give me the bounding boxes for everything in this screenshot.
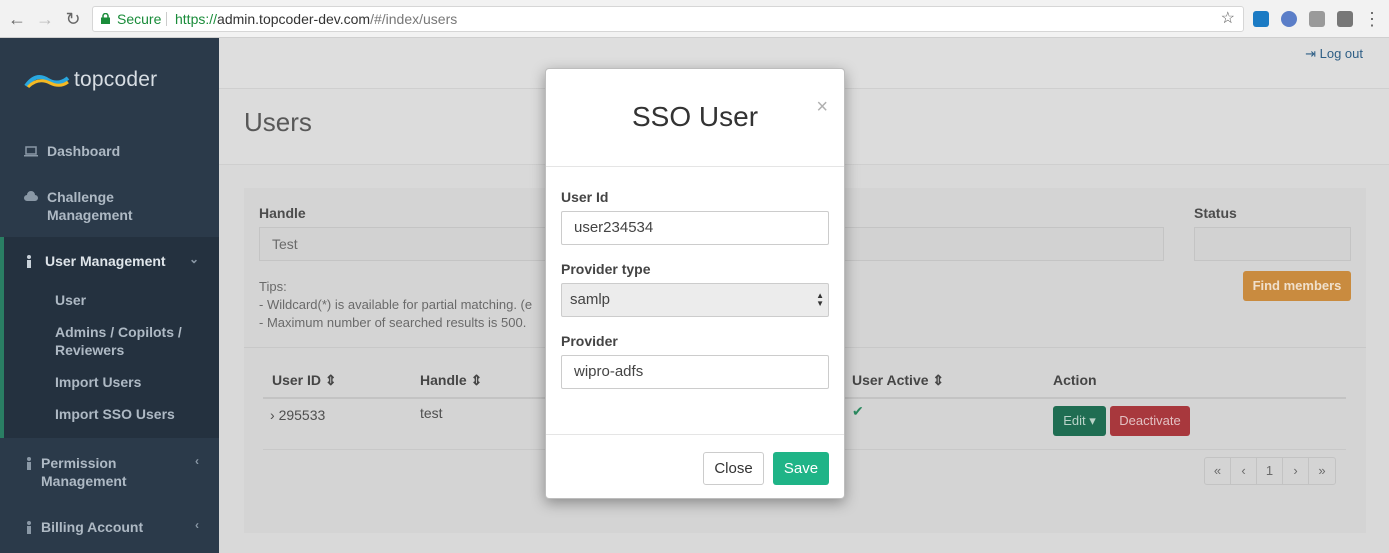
menu-kebab-icon[interactable]: ⋮ [1362, 9, 1382, 29]
modal-title: SSO User [631, 101, 759, 132]
provider-input[interactable]: wipro-adfs [561, 355, 829, 389]
select-arrows-icon: ▲ ▼ [816, 291, 824, 308]
url-text: https://admin.topcoder-dev.com/#/index/u… [175, 7, 457, 31]
extension-grid-icon[interactable] [1309, 11, 1325, 27]
secure-label: Secure [117, 11, 162, 27]
modal-header: SSO User × [546, 69, 844, 167]
reload-icon[interactable]: ↻ [63, 9, 83, 29]
provider-label: Provider [561, 333, 618, 349]
url-host: admin.topcoder-dev.com [217, 11, 371, 27]
close-icon[interactable]: × [816, 97, 828, 117]
provider-type-select[interactable]: samlp ▲ ▼ [561, 283, 829, 317]
save-button[interactable]: Save [773, 452, 829, 485]
modal-footer: Close Save [546, 434, 844, 498]
address-bar[interactable]: Secure https://admin.topcoder-dev.com/#/… [92, 6, 1244, 32]
provider-type-label: Provider type [561, 261, 651, 277]
url-scheme: https:// [175, 11, 218, 27]
provider-type-value: samlp [570, 291, 611, 308]
forward-icon[interactable]: → [35, 9, 55, 29]
extension-x-icon[interactable] [1253, 11, 1269, 27]
sso-user-modal: SSO User × User Id user234534 Provider t… [545, 68, 845, 499]
user-id-input[interactable]: user234534 [561, 211, 829, 245]
user-id-label: User Id [561, 189, 609, 205]
url-path: /#/index/users [370, 11, 458, 27]
lock-icon [101, 13, 110, 24]
extension-globe-icon[interactable] [1281, 11, 1297, 27]
extension-camera-icon[interactable] [1337, 11, 1353, 27]
bookmark-star-icon[interactable]: ☆ [1221, 7, 1235, 31]
back-icon[interactable]: ← [7, 9, 27, 29]
close-button[interactable]: Close [703, 452, 764, 485]
browser-toolbar: ← → ↻ Secure https://admin.topcoder-dev.… [0, 0, 1389, 38]
omnibox-divider [166, 12, 167, 26]
